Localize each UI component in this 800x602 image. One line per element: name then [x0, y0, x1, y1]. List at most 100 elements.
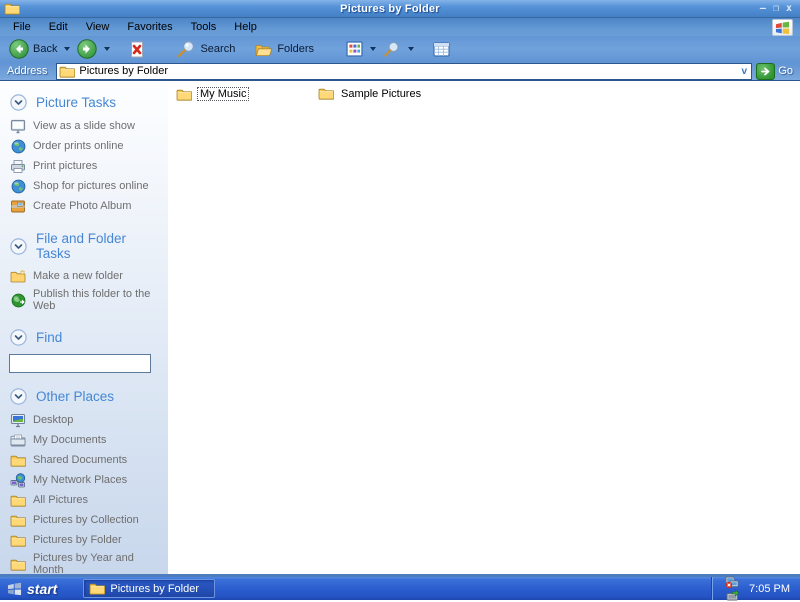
section-title: File and Folder Tasks: [36, 231, 160, 261]
folder-content-area[interactable]: My Music Sample Pictures: [168, 81, 800, 574]
address-value: Pictures by Folder: [79, 65, 733, 77]
section-header[interactable]: File and Folder Tasks: [0, 228, 168, 266]
task-link-print-pictures[interactable]: Print pictures: [0, 156, 168, 176]
folder-icon: [10, 532, 26, 548]
explorer-window: Pictures by Folder – ❐ x FileEditViewFav…: [0, 0, 800, 600]
forward-icon: [77, 39, 97, 59]
task-link-label: Pictures by Folder: [33, 534, 122, 546]
menu-edit[interactable]: Edit: [40, 19, 77, 35]
task-link-label: Pictures by Year and Month: [33, 552, 164, 574]
forward-button[interactable]: [74, 37, 100, 61]
search-button[interactable]: Search: [174, 38, 238, 60]
task-link-shop-for-pictures-online[interactable]: Shop for pictures online: [0, 176, 168, 196]
task-link-order-prints-online[interactable]: Order prints online: [0, 136, 168, 156]
section-file-and-folder-tasks: File and Folder Tasks Make a new folderPu…: [0, 228, 168, 314]
folders-button[interactable]: Folders: [252, 40, 317, 59]
globe-icon: [10, 178, 26, 194]
close-button[interactable]: x: [786, 4, 792, 14]
window-folder-icon: [4, 2, 20, 16]
section-header[interactable]: Other Places: [0, 385, 168, 410]
new-folder-icon: [10, 268, 26, 284]
taskbar-task-pictures-by-folder[interactable]: Pictures by Folder: [83, 579, 215, 598]
views-dropdown-arrow[interactable]: [370, 47, 376, 51]
task-link-label: Print pictures: [33, 160, 97, 172]
menu-view[interactable]: View: [77, 19, 119, 35]
stop-button[interactable]: [126, 39, 148, 60]
file-item-sample-pictures[interactable]: Sample Pictures: [318, 87, 423, 100]
task-link-create-photo-album[interactable]: Create Photo Album: [0, 196, 168, 216]
task-link-label: My Network Places: [33, 474, 127, 486]
task-link-shared-documents[interactable]: Shared Documents: [0, 450, 168, 470]
back-label: Back: [33, 43, 57, 55]
task-link-label: My Documents: [33, 434, 106, 446]
toolbar: Back Search Folders: [0, 36, 800, 62]
menu-tools[interactable]: Tools: [182, 19, 226, 35]
task-link-label: Shared Documents: [33, 454, 127, 466]
start-button[interactable]: start: [0, 577, 69, 600]
details-view-icon: [433, 42, 450, 57]
file-item-my-music[interactable]: My Music: [176, 87, 318, 101]
address-dropdown-icon[interactable]: v: [737, 66, 751, 77]
folder-icon: [10, 556, 26, 572]
stop-document-icon: [129, 41, 145, 58]
folder-icon: [176, 88, 192, 101]
find-input[interactable]: [9, 354, 151, 373]
main-area: Picture Tasks View as a slide showOrder p…: [0, 81, 800, 577]
title-bar: Pictures by Folder – ❐ x: [0, 0, 800, 17]
task-link-publish-this-folder-to-the-web[interactable]: Publish this folder to the Web: [0, 286, 168, 314]
zoom-dropdown-arrow[interactable]: [408, 47, 414, 51]
clock[interactable]: 7:05 PM: [745, 583, 790, 595]
go-arrow-icon: [759, 65, 772, 78]
folders-label: Folders: [277, 43, 314, 55]
details-view-button[interactable]: [430, 40, 453, 59]
task-link-make-a-new-folder[interactable]: Make a new folder: [0, 266, 168, 286]
task-link-pictures-by-year-and-month[interactable]: Pictures by Year and Month: [0, 550, 168, 574]
network-icon: [10, 472, 26, 488]
chevron-circle-icon: [10, 238, 27, 255]
file-item-label: Sample Pictures: [339, 88, 423, 100]
network-status-icon[interactable]: [725, 575, 740, 589]
folder-icon: [89, 582, 105, 595]
magnifier-icon: [383, 41, 401, 58]
safely-remove-hardware-icon[interactable]: [725, 589, 740, 602]
task-link-label: Shop for pictures online: [33, 180, 149, 192]
window-title: Pictures by Folder: [20, 3, 760, 15]
back-icon: [9, 39, 29, 59]
section-header[interactable]: Picture Tasks: [0, 91, 168, 116]
publish-globe-icon: [10, 292, 26, 308]
minimize-button[interactable]: –: [760, 4, 766, 14]
back-button[interactable]: Back: [6, 37, 60, 61]
go-label: Go: [778, 65, 798, 77]
slideshow-icon: [10, 118, 26, 134]
task-link-all-pictures[interactable]: All Pictures: [0, 490, 168, 510]
forward-dropdown-arrow[interactable]: [104, 47, 110, 51]
folder-icon: [10, 512, 26, 528]
section-find: Find: [0, 326, 168, 373]
address-combobox[interactable]: Pictures by Folder v: [56, 63, 752, 80]
zoom-button[interactable]: [380, 39, 404, 60]
section-title: Picture Tasks: [36, 95, 116, 110]
globe-icon: [10, 138, 26, 154]
task-link-pictures-by-collection[interactable]: Pictures by Collection: [0, 510, 168, 530]
windows-flag-icon: [7, 582, 22, 596]
taskbar-task-label: Pictures by Folder: [110, 583, 199, 595]
task-link-my-network-places[interactable]: My Network Places: [0, 470, 168, 490]
task-pane-sidebar: Picture Tasks View as a slide showOrder p…: [0, 81, 168, 574]
views-button[interactable]: [343, 39, 366, 59]
chevron-circle-icon: [10, 388, 27, 405]
menu-help[interactable]: Help: [225, 19, 266, 35]
task-link-view-as-a-slide-show[interactable]: View as a slide show: [0, 116, 168, 136]
task-link-my-documents[interactable]: My Documents: [0, 430, 168, 450]
section-header[interactable]: Find: [0, 326, 168, 351]
back-dropdown-arrow[interactable]: [64, 47, 70, 51]
section-picture-tasks: Picture Tasks View as a slide showOrder p…: [0, 91, 168, 216]
restore-button[interactable]: ❐: [773, 4, 779, 14]
chevron-circle-icon: [10, 329, 27, 346]
task-link-desktop[interactable]: Desktop: [0, 410, 168, 430]
go-button[interactable]: [756, 63, 775, 80]
windows-flag-icon: [775, 21, 790, 35]
menu-file[interactable]: File: [4, 19, 40, 35]
task-link-pictures-by-folder[interactable]: Pictures by Folder: [0, 530, 168, 550]
taskbar: start Pictures by Folder 7:05 PM: [0, 577, 800, 600]
menu-favorites[interactable]: Favorites: [118, 19, 181, 35]
